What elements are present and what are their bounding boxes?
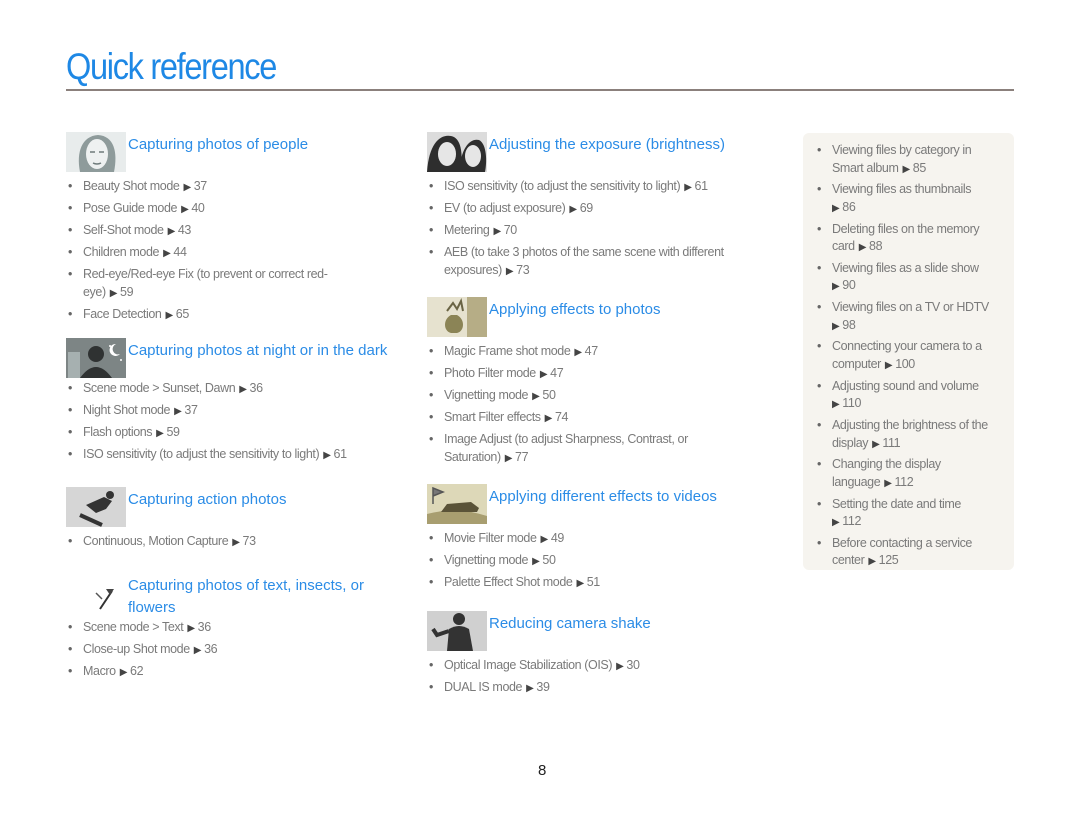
- item-list: Viewing files by category in Smart album…: [815, 142, 1005, 574]
- item-list: Scene mode > Sunset, Dawn▶36 Night Shot …: [66, 380, 396, 465]
- list-item[interactable]: Photo Filter mode▶47: [427, 365, 767, 384]
- list-item[interactable]: Movie Filter mode▶49: [427, 530, 767, 549]
- woman-portrait-icon: [66, 132, 126, 172]
- list-item[interactable]: Beauty Shot mode▶37: [66, 178, 396, 197]
- vase-icon: [427, 297, 487, 337]
- section-action: Capturing action photos Continuous, Moti…: [66, 487, 396, 555]
- list-item[interactable]: DUAL IS mode▶39: [427, 679, 767, 698]
- list-item[interactable]: Viewing files by category in Smart album…: [815, 142, 1005, 178]
- list-item[interactable]: Viewing files on a TV or HDTV▶98: [815, 299, 1005, 335]
- section-title: Capturing photos of text, insects, or fl…: [128, 577, 364, 616]
- race-car-icon: [427, 484, 487, 524]
- couple-portrait-icon: [427, 132, 487, 172]
- list-item[interactable]: Before contacting a service center▶125: [815, 535, 1005, 571]
- list-item[interactable]: Vignetting mode▶50: [427, 552, 767, 571]
- list-item[interactable]: Deleting files on the memory card▶88: [815, 221, 1005, 257]
- list-item[interactable]: Scene mode > Text▶36: [66, 619, 406, 638]
- list-item[interactable]: Continuous, Motion Capture▶73: [66, 533, 396, 552]
- flower-icon: [66, 573, 126, 613]
- list-item[interactable]: Red-eye/Red-eye Fix (to prevent or corre…: [66, 266, 343, 302]
- section-title: Capturing action photos: [128, 491, 287, 508]
- section-effects: Applying effects to photos Magic Frame s…: [427, 297, 767, 471]
- playback-settings-panel: Viewing files by category in Smart album…: [803, 133, 1014, 570]
- item-list: Beauty Shot mode▶37 Pose Guide mode▶40 S…: [66, 178, 396, 324]
- list-item[interactable]: Face Detection▶65: [66, 306, 396, 325]
- list-item[interactable]: Children mode▶44: [66, 244, 396, 263]
- section-title: Reducing camera shake: [489, 615, 651, 632]
- section-title: Applying different effects to videos: [489, 488, 717, 505]
- list-item[interactable]: Macro▶62: [66, 663, 406, 682]
- list-item[interactable]: Image Adjust (to adjust Sharpness, Contr…: [427, 431, 744, 467]
- section-closeup: Capturing photos of text, insects, or fl…: [66, 573, 406, 685]
- list-item[interactable]: ISO sensitivity (to adjust the sensitivi…: [66, 446, 396, 465]
- section-exposure: Adjusting the exposure (brightness) ISO …: [427, 132, 767, 284]
- list-item[interactable]: Metering▶70: [427, 222, 767, 241]
- list-item[interactable]: Magic Frame shot mode▶47: [427, 343, 767, 362]
- list-item[interactable]: AEB (to take 3 photos of the same scene …: [427, 244, 779, 280]
- list-item[interactable]: Flash options▶59: [66, 424, 396, 443]
- section-title: Applying effects to photos: [489, 301, 661, 318]
- title-divider: [66, 89, 1014, 91]
- list-item[interactable]: Setting the date and time▶112: [815, 496, 1005, 532]
- item-list: Optical Image Stabilization (OIS)▶30 DUA…: [427, 657, 767, 698]
- list-item[interactable]: Scene mode > Sunset, Dawn▶36: [66, 380, 396, 399]
- list-item[interactable]: Self-Shot mode▶43: [66, 222, 396, 241]
- list-item[interactable]: Viewing files as a slide show▶90: [815, 260, 1005, 296]
- list-item[interactable]: EV (to adjust exposure)▶69: [427, 200, 767, 219]
- section-shake: Reducing camera shake Optical Image Stab…: [427, 611, 767, 701]
- list-item[interactable]: Vignetting mode▶50: [427, 387, 767, 406]
- list-item[interactable]: ISO sensitivity (to adjust the sensitivi…: [427, 178, 767, 197]
- section-people: Capturing photos of people Beauty Shot m…: [66, 132, 396, 328]
- item-list: Movie Filter mode▶49 Vignetting mode▶50 …: [427, 530, 767, 593]
- waving-person-icon: [427, 611, 487, 651]
- section-night: Capturing photos at night or in the dark…: [66, 338, 396, 468]
- section-video: Applying different effects to videos Mov…: [427, 484, 767, 596]
- page-number: 8: [538, 762, 547, 779]
- list-item[interactable]: Optical Image Stabilization (OIS)▶30: [427, 657, 767, 676]
- item-list: Magic Frame shot mode▶47 Photo Filter mo…: [427, 343, 767, 467]
- list-item[interactable]: Viewing files as thumbnails▶86: [815, 181, 1005, 217]
- snowboarder-icon: [66, 487, 126, 527]
- item-list: Continuous, Motion Capture▶73: [66, 533, 396, 552]
- section-title: Capturing photos at night or in the dark: [128, 342, 388, 359]
- list-item[interactable]: Palette Effect Shot mode▶51: [427, 574, 767, 593]
- night-silhouette-icon: [66, 338, 126, 378]
- list-item[interactable]: Adjusting the brightness of the display▶…: [815, 417, 1005, 453]
- list-item[interactable]: Close-up Shot mode▶36: [66, 641, 406, 660]
- list-item[interactable]: Connecting your camera to a computer▶100: [815, 338, 1005, 374]
- list-item[interactable]: Smart Filter effects▶74: [427, 409, 767, 428]
- page-title: Quick reference: [66, 46, 277, 87]
- list-item[interactable]: Adjusting sound and volume▶110: [815, 378, 1005, 414]
- list-item[interactable]: Pose Guide mode▶40: [66, 200, 396, 219]
- item-list: Scene mode > Text▶36 Close-up Shot mode▶…: [66, 619, 406, 682]
- section-title: Adjusting the exposure (brightness): [489, 136, 725, 153]
- list-item[interactable]: Changing the display language▶112: [815, 456, 982, 492]
- item-list: ISO sensitivity (to adjust the sensitivi…: [427, 178, 767, 280]
- list-item[interactable]: Night Shot mode▶37: [66, 402, 396, 421]
- section-title: Capturing photos of people: [128, 136, 309, 153]
